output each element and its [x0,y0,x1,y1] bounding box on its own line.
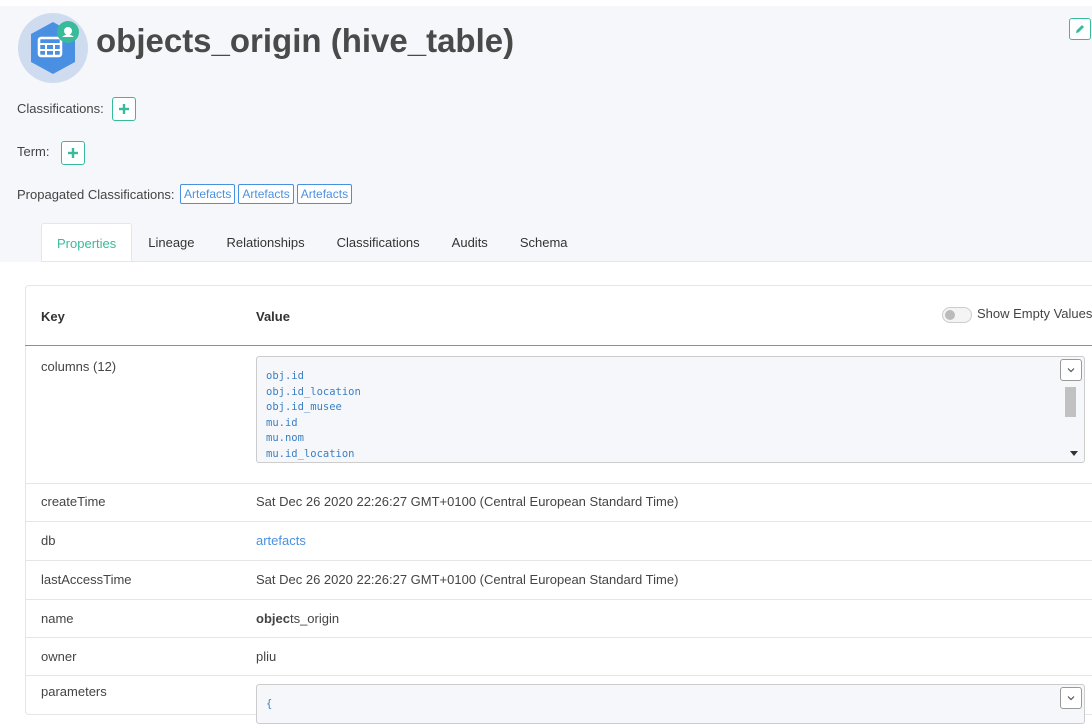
scrollbar[interactable] [1060,359,1082,460]
propagated-tags: Artefacts Artefacts Artefacts [180,184,353,204]
column-line: mu.id_location [266,447,355,460]
hive-table-icon [18,13,88,83]
top-strip [0,0,1092,6]
row-value: pliu [256,649,277,664]
tab-schema[interactable]: Schema [504,223,584,262]
row-key: db [41,533,56,548]
tabs-divider [41,261,1092,262]
table-row: columns (12) obj.id obj.id_location obj.… [25,346,1092,484]
table-row: owner pliu [25,638,1092,676]
propagated-tag[interactable]: Artefacts [180,184,236,204]
properties-header: Key Value Show Empty Values [25,286,1092,346]
tab-audits[interactable]: Audits [436,223,504,262]
tab-properties[interactable]: Properties [41,223,133,262]
columns-list: obj.id obj.id_location obj.id_musee mu.i… [266,369,361,462]
propagated-tag[interactable]: Artefacts [238,184,294,204]
column-line: mu.id [266,416,298,429]
db-link[interactable]: artefacts [256,533,306,548]
column-line: obj.id_location [266,385,361,398]
chevron-down-icon [1067,696,1075,701]
edit-button[interactable] [1069,18,1091,40]
column-line: obj.id_musee [266,401,342,414]
key-header: Key [41,309,65,324]
row-key: columns (12) [41,359,117,374]
row-key: owner [41,649,77,664]
tab-classifications[interactable]: Classifications [321,223,436,262]
toggle-knob [945,310,955,320]
name-highlight: objec [256,611,290,626]
classifications-label: Classifications: [17,101,104,116]
row-key: parameters [41,684,107,699]
table-row: lastAccessTime Sat Dec 26 2020 22:26:27 … [25,561,1092,600]
table-row: name objects_origin [25,600,1092,638]
term-label: Term: [17,144,50,159]
scrollbar[interactable] [1060,687,1082,721]
detail-tabs: Properties Lineage Relationships Classif… [41,223,584,262]
add-term-button[interactable] [61,141,85,165]
scrollbar-thumb[interactable] [1065,387,1076,417]
entity-title: objects_origin (hive_table) [96,22,515,59]
propagated-tag[interactable]: Artefacts [296,184,353,204]
table-row: createTime Sat Dec 26 2020 22:26:27 GMT+… [25,483,1092,522]
expand-button[interactable] [1060,359,1082,381]
parameters-json-viewer[interactable]: { [256,684,1085,724]
show-empty-values-toggle[interactable] [942,307,972,323]
chevron-down-icon [1067,368,1075,373]
column-line: mu.nom [266,432,304,445]
columns-json-viewer[interactable]: obj.id obj.id_location obj.id_musee mu.i… [256,356,1085,463]
row-key: name [41,611,74,626]
tab-relationships[interactable]: Relationships [211,223,321,262]
scroll-down-arrow-icon[interactable] [1070,451,1078,456]
propagated-classifications-label: Propagated Classifications: [17,187,175,202]
table-row: parameters { [25,676,1092,724]
row-key: createTime [41,494,106,509]
plus-icon [119,104,129,114]
parameters-text: { [266,698,273,710]
plus-icon [68,148,78,158]
row-value: Sat Dec 26 2020 22:26:27 GMT+0100 (Centr… [256,494,679,509]
add-classification-button[interactable] [112,97,136,121]
row-value: objects_origin [256,611,339,626]
pencil-icon [1076,25,1084,33]
table-row: db artefacts [25,522,1092,561]
column-line: obj.id [266,370,304,382]
value-header: Value [256,309,290,324]
name-rest: ts_origin [289,611,340,626]
row-key: lastAccessTime [41,572,132,587]
row-value: Sat Dec 26 2020 22:26:27 GMT+0100 (Centr… [256,572,679,587]
expand-button[interactable] [1060,687,1082,709]
show-empty-values-label: Show Empty Values [977,306,1092,321]
tab-lineage[interactable]: Lineage [132,223,210,262]
